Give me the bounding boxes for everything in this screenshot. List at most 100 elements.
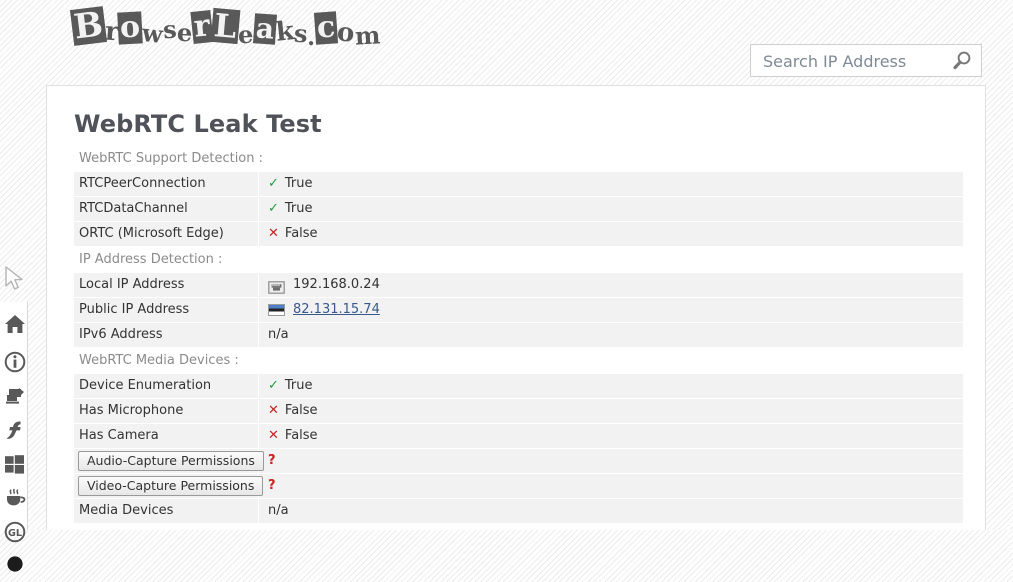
results-table: WebRTC Support Detection : RTCPeerConnect…	[74, 146, 963, 524]
sidebar-item-silverlight[interactable]	[2, 448, 27, 480]
sidebar-item-flash[interactable]	[2, 414, 27, 446]
table-row: Device Enumeration ✓ True	[74, 374, 963, 399]
silverlight-icon	[5, 454, 24, 474]
section-label: WebRTC Media Devices :	[74, 348, 963, 374]
page-title: WebRTC Leak Test	[74, 110, 322, 138]
table-row: IPv6 Address n/a	[74, 323, 963, 348]
sidebar-item-home[interactable]	[2, 308, 27, 340]
search-box[interactable]	[750, 44, 982, 78]
table-row: Local IP Address 192.168.0.24	[74, 273, 963, 298]
row-key: Has Camera	[74, 424, 259, 448]
java-icon	[6, 488, 25, 506]
value-text: False	[284, 428, 318, 443]
row-key: Local IP Address	[74, 273, 259, 297]
row-key: Media Devices	[74, 499, 259, 523]
value-text: 192.168.0.24	[293, 277, 380, 292]
mouse-cursor-icon	[2, 265, 28, 293]
sidebar-item-canvas[interactable]	[2, 550, 27, 582]
flash-icon	[6, 421, 21, 439]
logo-letter: s	[161, 14, 178, 45]
value-text: True	[284, 176, 313, 191]
logo-letter: e	[175, 17, 193, 48]
table-row: RTCPeerConnection ✓ True	[74, 172, 963, 197]
check-icon: ✓	[268, 378, 279, 393]
table-row: RTCDataChannel ✓ True	[74, 197, 963, 222]
row-key: RTCPeerConnection	[74, 172, 259, 196]
cross-icon: ✕	[268, 428, 279, 443]
logo-letter: .	[307, 25, 315, 51]
table-row: Has Camera ✕ False	[74, 424, 963, 449]
permission-button[interactable]: Audio-Capture Permissions	[78, 451, 264, 471]
row-value: 192.168.0.24	[259, 273, 380, 297]
sidebar: GL	[0, 302, 28, 572]
value-text: True	[284, 378, 313, 393]
row-key-button-cell: Audio-Capture Permissions	[74, 449, 264, 473]
row-value: ✓ True	[259, 374, 313, 398]
flag-estonia-icon	[268, 304, 285, 316]
site-header: BrowserLeaks.com	[0, 0, 1013, 85]
section-label: WebRTC Support Detection :	[74, 146, 963, 172]
row-value: ?	[259, 449, 276, 473]
row-value: ✓ True	[259, 197, 313, 221]
row-key-button-cell: Video-Capture Permissions	[74, 474, 264, 498]
check-icon: ✓	[268, 176, 279, 191]
row-key: Device Enumeration	[74, 374, 259, 398]
webgl-icon: GL	[4, 521, 25, 543]
logo-letter: e	[237, 19, 255, 50]
info-icon	[4, 351, 25, 373]
sidebar-item-javascript[interactable]	[2, 380, 27, 412]
table-row: Public IP Address 82.131.15.74	[74, 298, 963, 323]
row-key: ORTC (Microsoft Edge)	[74, 222, 259, 246]
check-icon: ✓	[268, 201, 279, 216]
logo-letter: w	[141, 18, 165, 50]
canvas-icon	[6, 556, 23, 572]
logo-letter: o	[335, 17, 356, 49]
sidebar-item-webgl[interactable]: GL	[2, 516, 27, 548]
logo-letter: a	[252, 11, 277, 46]
logo-letter: L	[210, 6, 240, 46]
value-text: False	[284, 403, 318, 418]
sidebar-item-info[interactable]	[2, 346, 27, 378]
logo-letter: B	[69, 4, 107, 48]
row-value: n/a	[259, 499, 289, 523]
site-logo[interactable]: BrowserLeaks.com	[69, 4, 381, 70]
javascript-icon	[5, 388, 24, 404]
logo-letter: c	[313, 9, 339, 46]
table-row: Audio-Capture Permissions?	[74, 449, 963, 474]
logo-letter: k	[274, 16, 296, 48]
row-value: ✕ False	[259, 424, 318, 448]
cross-icon: ✕	[268, 226, 279, 241]
search-input[interactable]	[761, 45, 945, 78]
table-row: ORTC (Microsoft Edge) ✕ False	[74, 222, 963, 247]
row-key: Has Microphone	[74, 399, 259, 423]
row-key: RTCDataChannel	[74, 197, 259, 221]
row-value: ✕ False	[259, 399, 318, 423]
unknown-status-icon: ?	[268, 453, 276, 468]
value-text: n/a	[268, 503, 289, 518]
table-row: Video-Capture Permissions?	[74, 474, 963, 499]
unknown-status-icon: ?	[268, 478, 276, 493]
row-value: 82.131.15.74	[259, 298, 380, 322]
row-value: ✓ True	[259, 172, 313, 196]
sidebar-item-java[interactable]	[2, 482, 27, 514]
row-key: IPv6 Address	[74, 323, 259, 347]
search-icon[interactable]	[951, 50, 973, 72]
cross-icon: ✕	[268, 403, 279, 418]
table-row: Has Microphone ✕ False	[74, 399, 963, 424]
permission-button[interactable]: Video-Capture Permissions	[78, 476, 264, 496]
row-value: ✕ False	[259, 222, 318, 246]
logo-letter: o	[117, 9, 144, 46]
logo-letter: m	[353, 20, 381, 51]
main-content-panel: WebRTC Leak Test WebRTC Support Detectio…	[46, 85, 986, 530]
value-text: n/a	[268, 327, 289, 342]
home-icon	[4, 315, 25, 333]
value-text: True	[284, 201, 313, 216]
ethernet-port-icon	[268, 279, 285, 294]
row-key: Public IP Address	[74, 298, 259, 322]
table-row: Media Devices n/a	[74, 499, 963, 524]
public-ip-link[interactable]: 82.131.15.74	[293, 298, 380, 322]
section-label: IP Address Detection :	[74, 247, 963, 273]
logo-letter: s	[292, 18, 308, 49]
value-text: False	[284, 226, 318, 241]
row-value: ?	[259, 474, 276, 498]
